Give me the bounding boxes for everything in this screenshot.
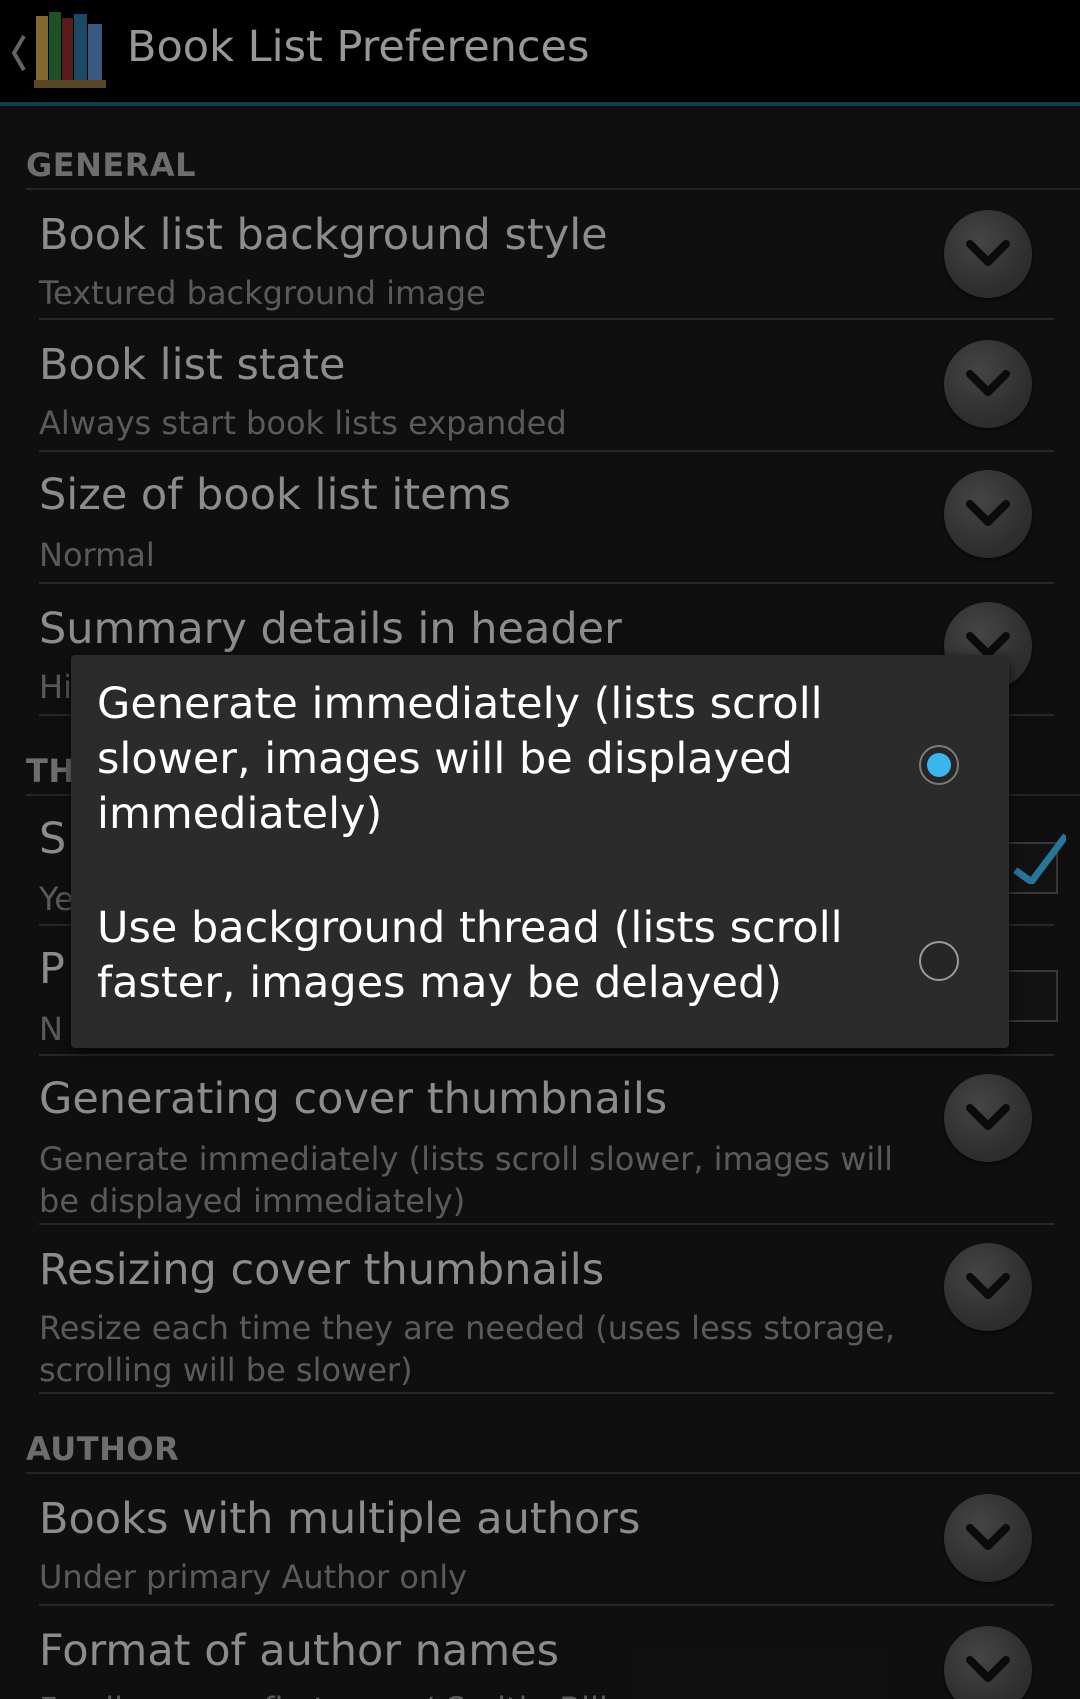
option-generate-immediately[interactable]: Generate immediately (lists scroll slowe… xyxy=(71,655,1009,865)
radio-selected[interactable] xyxy=(919,745,959,785)
choice-dialog: Generate immediately (lists scroll slowe… xyxy=(71,655,1009,1048)
option-label: Use background thread (lists scroll fast… xyxy=(97,903,843,1008)
radio-dot xyxy=(927,753,951,777)
option-label: Generate immediately (lists scroll slowe… xyxy=(97,679,823,839)
radio-unselected[interactable] xyxy=(919,941,959,981)
option-background-thread[interactable]: Use background thread (lists scroll fast… xyxy=(71,865,1009,1048)
